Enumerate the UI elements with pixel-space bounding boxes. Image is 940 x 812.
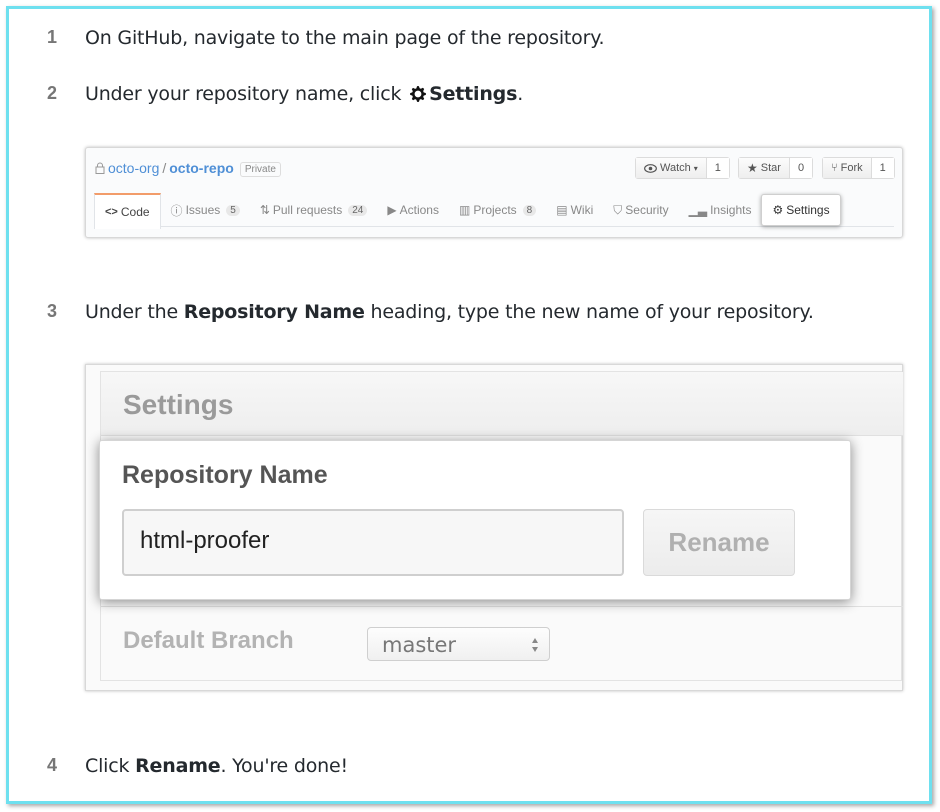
- tab-insights[interactable]: ▁▃ Insights: [679, 193, 762, 227]
- fork-button-group[interactable]: ⑂ Fork 1: [822, 157, 895, 179]
- step-number: 2: [46, 83, 57, 103]
- tab-count: 24: [348, 204, 368, 216]
- default-branch-label: Default Branch: [123, 627, 294, 654]
- step-2: 2 Under your repository name, click Sett…: [9, 83, 909, 113]
- step-text-before: Under the: [85, 301, 184, 323]
- step-number: 3: [46, 301, 57, 321]
- settings-header: Settings: [101, 372, 903, 436]
- star-label: Star: [760, 162, 781, 174]
- fork-label: Fork: [840, 162, 863, 174]
- tab-label: Wiki: [570, 203, 594, 217]
- watch-count[interactable]: 1: [706, 158, 729, 178]
- watch-button-group[interactable]: Watch ▾ 1: [635, 157, 730, 179]
- fork-count[interactable]: 1: [871, 158, 894, 178]
- branch-select[interactable]: master: [367, 627, 550, 661]
- repo-name-link[interactable]: octo-repo: [169, 160, 234, 176]
- gear-icon: ⚙: [772, 203, 784, 217]
- tab-label: Pull requests: [272, 203, 343, 217]
- tab-projects[interactable]: ▥ Projects 8: [449, 193, 546, 227]
- code-icon: <>: [105, 206, 118, 218]
- tab-label: Security: [625, 203, 669, 217]
- tab-issues[interactable]: ⓘ Issues 5: [161, 193, 250, 227]
- eye-icon: [644, 163, 657, 173]
- step-3: 3 Under the Repository Name heading, typ…: [9, 301, 909, 331]
- tab-label: Code: [120, 205, 150, 219]
- step-number: 1: [46, 27, 57, 47]
- step-text-after: heading, type the new name of your repos…: [364, 301, 814, 323]
- repo-owner-link[interactable]: octo-org: [108, 160, 159, 176]
- lock-icon: [95, 162, 105, 174]
- tab-count: 8: [522, 204, 537, 216]
- settings-bold: Settings: [429, 83, 518, 105]
- project-icon: ▥: [458, 203, 471, 217]
- tab-label: Insights: [710, 203, 752, 217]
- select-arrows-icon: [532, 638, 538, 652]
- fork-icon: ⑂: [831, 162, 838, 174]
- play-icon: ▶: [387, 203, 397, 217]
- repo-tabs: <> Code ⓘ Issues 5 ⇅ Pull requests 24 ▶ Action…: [94, 193, 841, 229]
- tab-security[interactable]: ⛉ Security: [603, 193, 678, 227]
- fork-button[interactable]: ⑂ Fork: [823, 158, 872, 178]
- tab-settings[interactable]: ⚙ Settings: [761, 194, 841, 226]
- instructions-frame: 1 On GitHub, navigate to the main page o…: [6, 6, 932, 804]
- graph-icon: ▁▃: [688, 203, 708, 217]
- step-text: On GitHub, navigate to the main page of …: [85, 27, 605, 49]
- shield-icon: ⛉: [613, 202, 623, 217]
- tab-wiki[interactable]: ▤ Wiki: [546, 193, 603, 227]
- repo-header-screenshot: octo-org / octo-repo Private Watch ▾ 1 ★ Star…: [85, 147, 903, 238]
- caret-down-icon: ▾: [693, 163, 698, 173]
- gear-icon: [410, 86, 426, 102]
- watch-label: Watch: [660, 162, 691, 174]
- step-text-after: . You're done!: [220, 755, 348, 777]
- settings-title: Settings: [123, 389, 234, 420]
- book-icon: ▤: [556, 203, 568, 217]
- pull-request-icon: ⇅: [259, 203, 270, 217]
- repository-name-input[interactable]: html-proofer: [122, 509, 624, 576]
- tab-actions[interactable]: ▶ Actions: [377, 193, 449, 227]
- branch-value: master: [382, 633, 457, 657]
- step-text: Under your repository name, click Settin…: [85, 83, 523, 105]
- watch-button[interactable]: Watch ▾: [636, 158, 707, 178]
- star-icon: ★: [747, 161, 758, 175]
- tab-label: Projects: [473, 203, 517, 217]
- repo-title: octo-org / octo-repo Private: [95, 160, 281, 177]
- issue-icon: ⓘ: [170, 203, 183, 218]
- step-text-after: .: [517, 83, 524, 105]
- step-text-before: Under your repository name, click: [85, 83, 408, 105]
- tab-code[interactable]: <> Code: [94, 193, 161, 229]
- tab-label: Issues: [185, 203, 221, 217]
- private-badge: Private: [239, 162, 281, 177]
- step-text-before: Click: [85, 755, 136, 777]
- tab-label: Actions: [399, 203, 439, 217]
- repo-separator: /: [162, 160, 167, 176]
- repository-name-heading: Repository Name: [122, 461, 328, 489]
- repository-name-bold: Repository Name: [183, 301, 365, 323]
- rename-button[interactable]: Rename: [643, 509, 795, 576]
- step-text: Click Rename. You're done!: [85, 755, 348, 777]
- step-number: 4: [46, 755, 57, 775]
- rename-bold: Rename: [135, 755, 221, 777]
- step-4: 4 Click Rename. You're done!: [9, 755, 909, 785]
- tab-label: Settings: [786, 203, 830, 217]
- tab-pull-requests[interactable]: ⇅ Pull requests 24: [250, 193, 378, 227]
- step-text: Under the Repository Name heading, type …: [85, 301, 814, 323]
- default-branch-row: Default Branch master: [101, 606, 903, 678]
- rename-card: Repository Name html-proofer Rename: [99, 440, 851, 600]
- step-1: 1 On GitHub, navigate to the main page o…: [9, 27, 909, 57]
- star-button[interactable]: ★ Star: [739, 158, 790, 178]
- tab-count: 5: [226, 204, 240, 216]
- star-button-group[interactable]: ★ Star 0: [738, 157, 814, 179]
- star-count[interactable]: 0: [789, 158, 813, 178]
